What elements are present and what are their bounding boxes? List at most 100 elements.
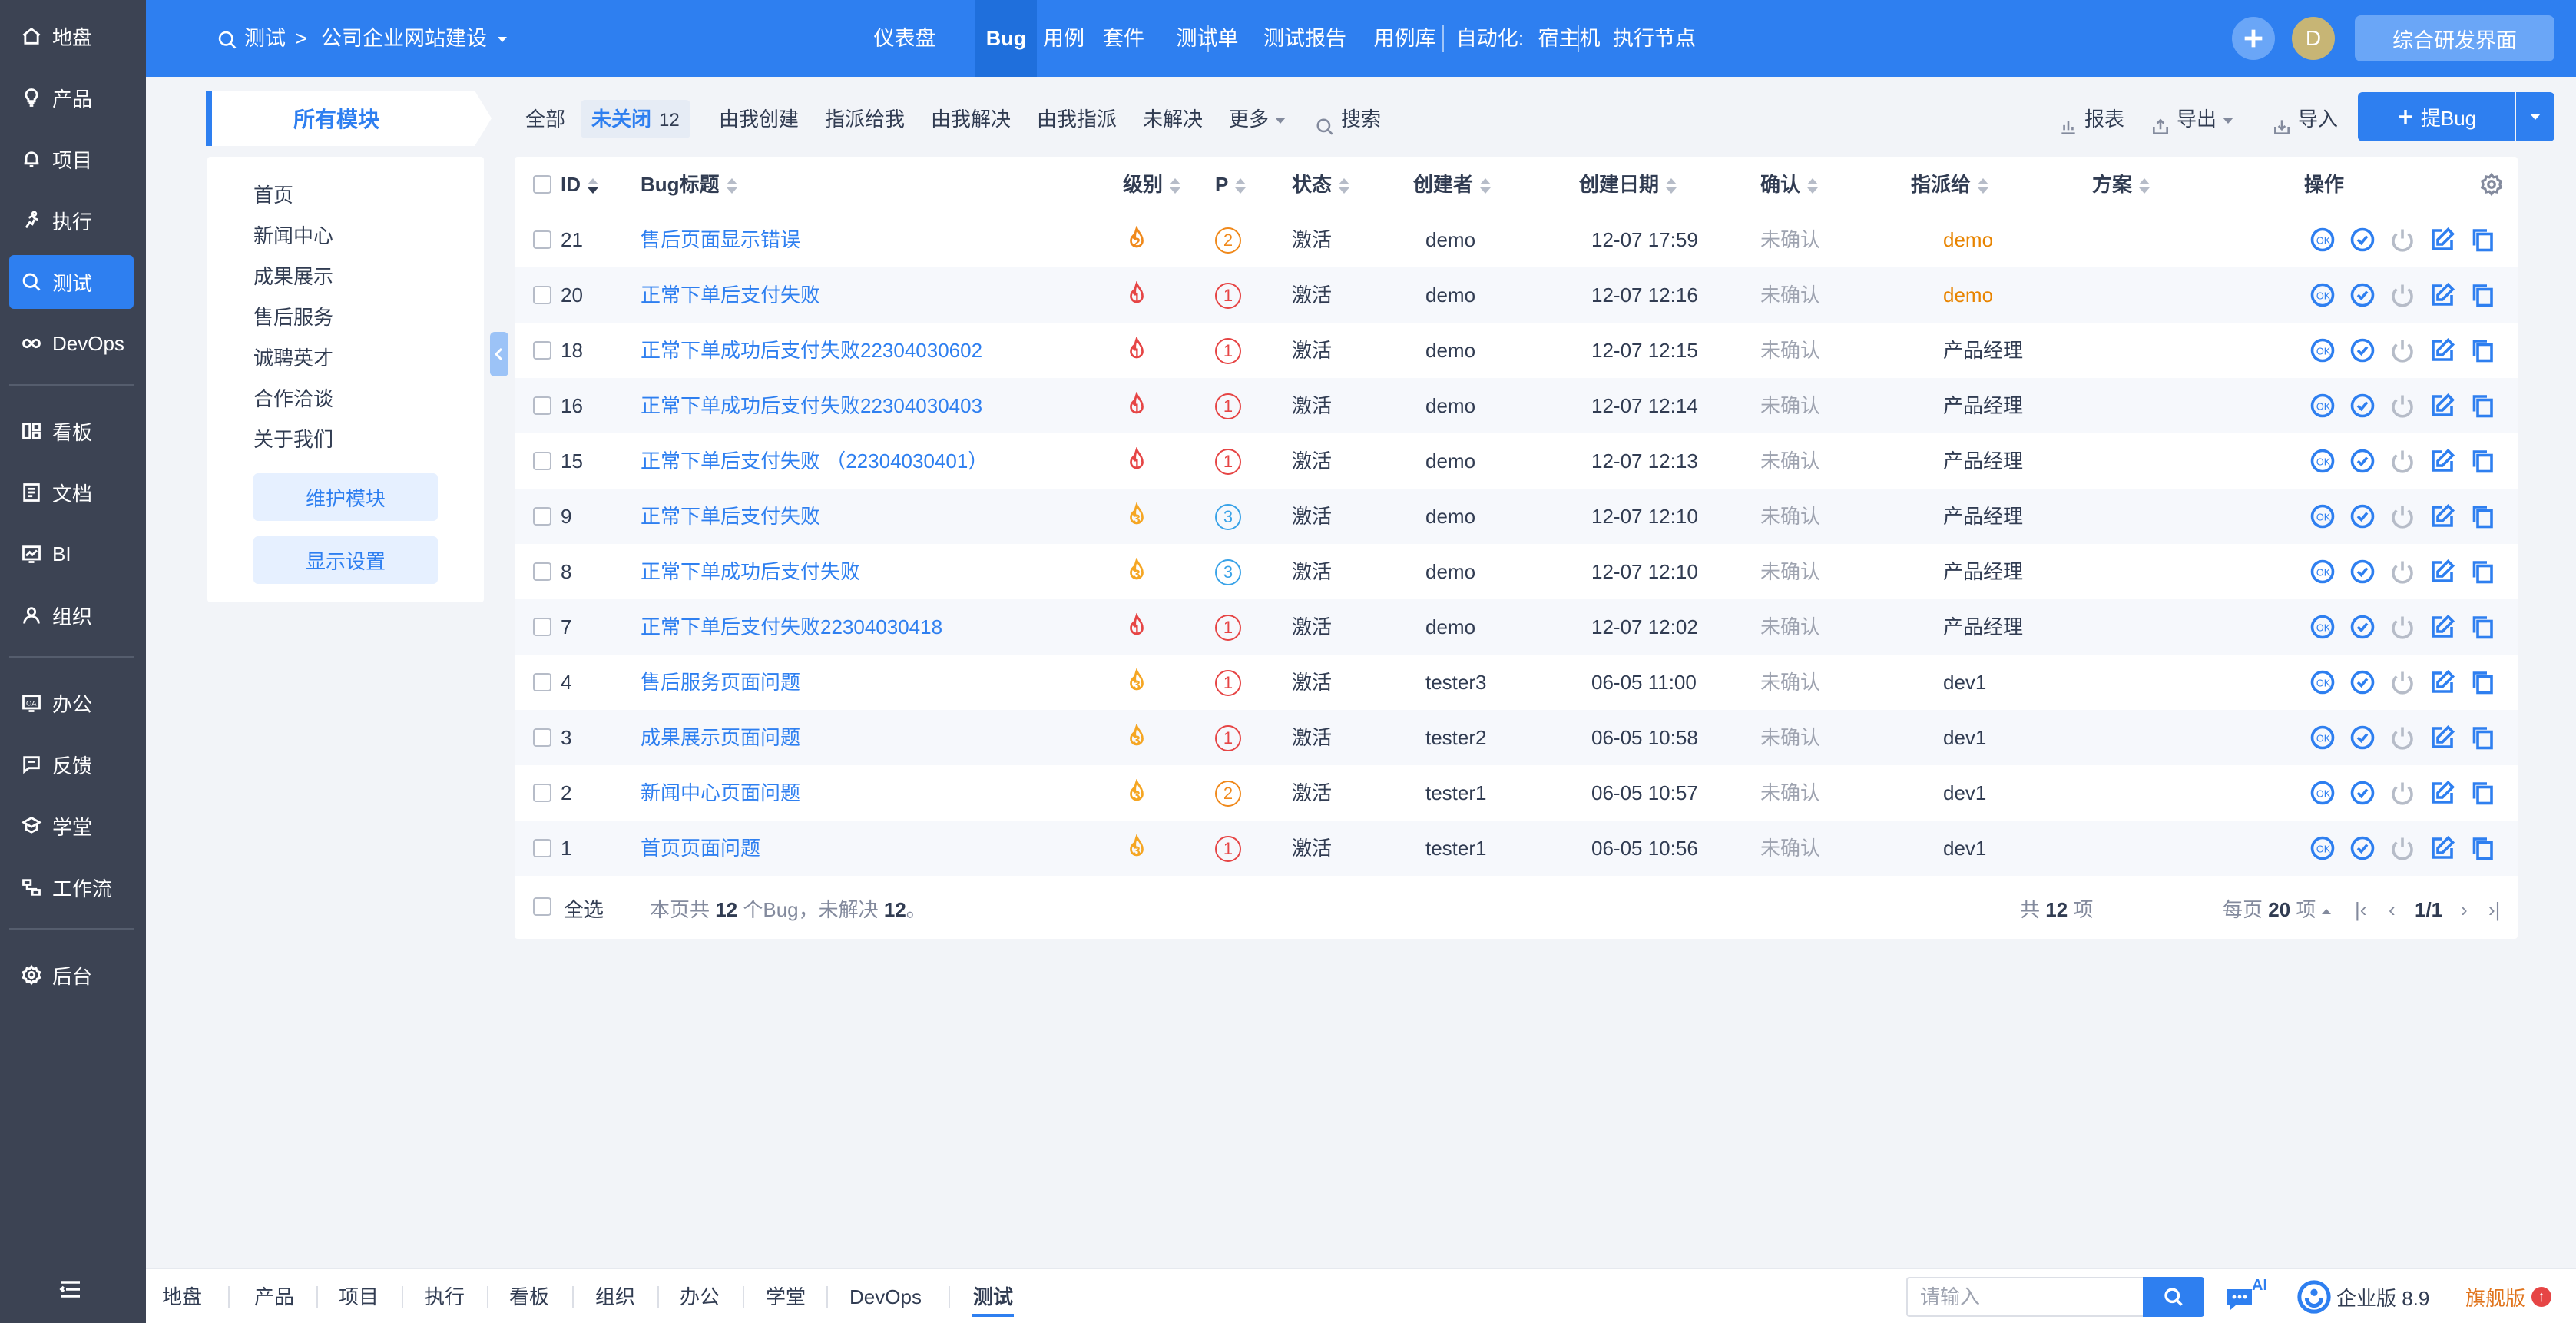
confirm-ok-icon[interactable]: OK: [2309, 392, 2336, 419]
confirm-ok-icon[interactable]: OK: [2309, 779, 2336, 807]
cell-title[interactable]: 售后页面显示错误: [641, 212, 800, 267]
confirm-ok-icon[interactable]: OK: [2309, 558, 2336, 585]
bottom-search-button[interactable]: [2143, 1277, 2204, 1317]
select-all-checkbox[interactable]: [533, 897, 551, 916]
close-power-icon[interactable]: [2389, 779, 2416, 807]
quick-add-button[interactable]: [2232, 17, 2275, 60]
resolve-check-icon[interactable]: [2349, 502, 2376, 530]
filter-assigned-to-me[interactable]: 指派给我: [825, 100, 905, 138]
filter-more-dropdown[interactable]: 更多: [1229, 100, 1286, 138]
header-nav-5[interactable]: 测试报告: [1255, 0, 1355, 77]
first-page-icon[interactable]: |‹: [2355, 894, 2366, 925]
cell-assignee[interactable]: dev1: [1943, 821, 1986, 876]
bottom-tab-7[interactable]: 学堂: [765, 1269, 806, 1323]
cell-assignee[interactable]: demo: [1943, 267, 1993, 323]
module-item[interactable]: 成果展示: [253, 261, 333, 290]
copy-icon[interactable]: [2468, 337, 2496, 364]
prev-page-icon[interactable]: ‹: [2389, 894, 2396, 925]
close-power-icon[interactable]: [2389, 502, 2416, 530]
close-power-icon[interactable]: [2389, 281, 2416, 309]
sidebar-item-feedback[interactable]: 反馈: [9, 738, 134, 791]
column-header-severity[interactable]: 级别: [1123, 157, 1181, 212]
bottom-tab-1[interactable]: 产品: [253, 1269, 295, 1323]
cell-assignee[interactable]: demo: [1943, 212, 1993, 267]
select-all-header-checkbox[interactable]: [533, 175, 551, 194]
resolve-check-icon[interactable]: [2349, 834, 2376, 862]
resolve-check-icon[interactable]: [2349, 668, 2376, 696]
sidebar-item-doc[interactable]: 文档: [9, 466, 134, 519]
sidebar-item-run[interactable]: 执行: [9, 194, 134, 247]
module-item[interactable]: 首页: [253, 180, 293, 208]
confirm-ok-icon[interactable]: OK: [2309, 834, 2336, 862]
collapse-panel-handle[interactable]: [490, 332, 508, 376]
edit-icon[interactable]: [2429, 502, 2456, 530]
confirm-ok-icon[interactable]: OK: [2309, 226, 2336, 254]
row-checkbox[interactable]: [533, 507, 551, 526]
bottom-tab-4[interactable]: 看板: [508, 1269, 550, 1323]
cell-assignee[interactable]: 产品经理: [1943, 599, 2023, 655]
close-power-icon[interactable]: [2389, 447, 2416, 475]
header-nav-1[interactable]: Bug: [975, 0, 1037, 77]
column-header-creator[interactable]: 创建者: [1413, 157, 1492, 212]
bottom-tab-6[interactable]: 办公: [679, 1269, 720, 1323]
sidebar-item-gear[interactable]: 后台: [9, 948, 134, 1002]
search-toggle[interactable]: 搜索: [1315, 100, 1381, 138]
column-header-id[interactable]: ID: [561, 157, 599, 212]
cell-title[interactable]: 正常下单后支付失败: [641, 267, 820, 323]
edit-icon[interactable]: [2429, 834, 2456, 862]
column-header-priority[interactable]: P: [1215, 157, 1247, 212]
copy-icon[interactable]: [2468, 613, 2496, 641]
edit-icon[interactable]: [2429, 613, 2456, 641]
sidebar-item-bell[interactable]: 项目: [9, 132, 134, 186]
module-item[interactable]: 关于我们: [253, 424, 333, 453]
copy-icon[interactable]: [2468, 502, 2496, 530]
column-header-confirm[interactable]: 确认: [1760, 157, 1819, 212]
cell-assignee[interactable]: dev1: [1943, 710, 1986, 765]
bottom-tab-8[interactable]: DevOps: [846, 1269, 925, 1323]
row-checkbox[interactable]: [533, 286, 551, 304]
row-checkbox[interactable]: [533, 230, 551, 249]
resolve-check-icon[interactable]: [2349, 613, 2376, 641]
per-page-selector[interactable]: 每页 20 项: [2223, 894, 2332, 925]
row-checkbox[interactable]: [533, 618, 551, 636]
module-item[interactable]: 新闻中心: [253, 220, 333, 249]
close-power-icon[interactable]: [2389, 834, 2416, 862]
edit-icon[interactable]: [2429, 337, 2456, 364]
cell-title[interactable]: 正常下单成功后支付失败22304030403: [641, 378, 982, 433]
copy-icon[interactable]: [2468, 392, 2496, 419]
sidebar-item-workflow[interactable]: 工作流: [9, 860, 134, 914]
row-checkbox[interactable]: [533, 784, 551, 802]
resolve-check-icon[interactable]: [2349, 226, 2376, 254]
cell-title[interactable]: 新闻中心页面问题: [641, 765, 800, 821]
header-nav-3[interactable]: 套件: [1094, 0, 1154, 77]
filter-unresolved[interactable]: 未解决: [1143, 100, 1203, 138]
sidebar-item-school[interactable]: 学堂: [9, 799, 134, 853]
edit-icon[interactable]: [2429, 281, 2456, 309]
sidebar-item-lightbulb[interactable]: 产品: [9, 71, 134, 124]
edit-icon[interactable]: [2429, 392, 2456, 419]
resolve-check-icon[interactable]: [2349, 558, 2376, 585]
collapse-menu-icon[interactable]: [57, 1275, 88, 1306]
module-item[interactable]: 合作洽谈: [253, 383, 333, 412]
bottom-tab-0[interactable]: 地盘: [161, 1269, 203, 1323]
close-power-icon[interactable]: [2389, 226, 2416, 254]
cell-title[interactable]: 售后服务页面问题: [641, 655, 800, 710]
header-nav-8[interactable]: 宿主机: [1535, 0, 1604, 77]
row-checkbox[interactable]: [533, 673, 551, 691]
cell-title[interactable]: 正常下单后支付失败22304030418: [641, 599, 942, 655]
header-nav-6[interactable]: 用例库: [1367, 0, 1442, 77]
cell-title[interactable]: 成果展示页面问题: [641, 710, 800, 765]
edit-icon[interactable]: [2429, 558, 2456, 585]
confirm-ok-icon[interactable]: OK: [2309, 613, 2336, 641]
resolve-check-icon[interactable]: [2349, 447, 2376, 475]
resolve-check-icon[interactable]: [2349, 337, 2376, 364]
report-button[interactable]: 报表: [2058, 100, 2124, 138]
upgrade-link[interactable]: 旗舰版 ↑: [2465, 1280, 2552, 1314]
last-page-icon[interactable]: ›|: [2488, 894, 2500, 925]
copy-icon[interactable]: [2468, 834, 2496, 862]
cell-title[interactable]: 首页页面问题: [641, 821, 760, 876]
row-checkbox[interactable]: [533, 452, 551, 470]
column-header-resolution[interactable]: 方案: [2092, 157, 2151, 212]
filter-created-by-me[interactable]: 由我创建: [719, 100, 799, 138]
avatar[interactable]: D: [2292, 17, 2335, 60]
